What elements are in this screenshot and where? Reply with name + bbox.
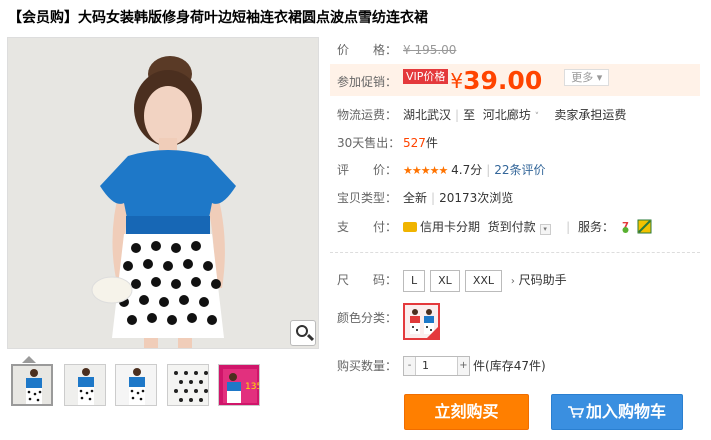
shipping-row: 物流运费： 湖北武汉 | 至 河北廊坊 ˅ 卖家承担运费 bbox=[337, 105, 626, 125]
stock-count: (库存47件) bbox=[485, 359, 546, 373]
quantity-decrease-button[interactable]: - bbox=[404, 357, 416, 375]
cod-option[interactable]: 货到付款 bbox=[488, 220, 536, 234]
type-row: 宝贝类型： 全新 | 20173次浏览 bbox=[337, 188, 513, 208]
vip-tag: VIP价格 bbox=[403, 69, 449, 84]
quantity-increase-button[interactable]: + bbox=[457, 357, 469, 375]
sales-label: 30天售出： bbox=[337, 136, 401, 150]
credit-card-icon bbox=[403, 222, 417, 232]
promo-row: 参加促销： VIP价格 ¥39.00 更多 ▾ bbox=[337, 68, 610, 93]
product-condition: 全新 bbox=[403, 191, 428, 205]
size-label: 尺 码： bbox=[337, 273, 398, 287]
thumbnail-5[interactable]: 135 bbox=[218, 364, 260, 406]
service-label: 服务： bbox=[578, 220, 615, 234]
quantity-stepper[interactable]: - 1 + bbox=[403, 356, 470, 376]
quantity-unit: 件 bbox=[473, 359, 486, 373]
size-option-xxl[interactable]: XXL bbox=[464, 270, 503, 292]
color-swatch-selected[interactable] bbox=[403, 303, 440, 340]
price-label: 价 格： bbox=[337, 43, 398, 57]
rating-stars: ★★★★★ bbox=[403, 164, 448, 177]
installment-option[interactable]: 信用卡分期 bbox=[420, 220, 480, 234]
review-count-link[interactable]: 22条评价 bbox=[494, 163, 545, 177]
size-row: 尺 码： L XL XXL › 尺码助手 bbox=[337, 268, 567, 292]
payment-label: 支 付： bbox=[337, 220, 398, 234]
view-count: 20173次浏览 bbox=[439, 191, 514, 205]
size-option-xl[interactable]: XL bbox=[430, 270, 460, 292]
currency-symbol: ¥ bbox=[450, 69, 464, 93]
payment-row: 支 付： 信用卡分期 货到付款 ▾ | 服务： 7 bbox=[337, 217, 652, 237]
product-main-image[interactable] bbox=[7, 37, 319, 349]
thumbnail-1[interactable] bbox=[11, 364, 53, 406]
promo-price: 39.00 bbox=[463, 66, 543, 95]
section-divider bbox=[330, 252, 700, 253]
size-option-l[interactable]: L bbox=[403, 270, 426, 292]
zoom-icon[interactable] bbox=[290, 320, 316, 346]
sales-unit: 件 bbox=[425, 136, 438, 150]
ship-to-prefix: 至 bbox=[463, 108, 476, 122]
promo-label: 参加促销： bbox=[337, 75, 398, 89]
type-label: 宝贝类型： bbox=[337, 191, 398, 205]
color-row: 颜色分类： bbox=[337, 308, 403, 328]
add-to-cart-button[interactable]: 加入购物车 bbox=[551, 394, 683, 430]
ship-from: 湖北武汉 bbox=[403, 108, 452, 122]
cart-icon bbox=[567, 406, 584, 418]
selected-check-icon bbox=[427, 327, 438, 338]
add-to-cart-label: 加入购物车 bbox=[585, 402, 666, 421]
sales-row: 30天售出： 527件 bbox=[337, 133, 438, 153]
size-helper-link[interactable]: 尺码助手 bbox=[519, 273, 567, 287]
rating-row: 评 价： ★★★★★ 4.7分 | 22条评价 bbox=[337, 160, 546, 180]
service-guarantee-icon[interactable] bbox=[637, 219, 652, 234]
service-seven-day-icon[interactable]: 7 bbox=[618, 219, 633, 234]
thumbnail-3[interactable] bbox=[115, 364, 157, 406]
thumbnail-4[interactable] bbox=[167, 364, 209, 406]
shipping-label: 物流运费： bbox=[337, 108, 398, 122]
buy-now-button[interactable]: 立刻购买 bbox=[404, 394, 529, 430]
more-promotions-button[interactable]: 更多 ▾ bbox=[564, 69, 610, 86]
rating-label: 评 价： bbox=[337, 163, 398, 177]
payment-dropdown-icon[interactable]: ▾ bbox=[539, 224, 551, 235]
thumbnail-2[interactable] bbox=[64, 364, 106, 406]
price-row: 价 格： ¥ 195.00 bbox=[337, 40, 456, 60]
quantity-label: 购买数量： bbox=[337, 359, 398, 373]
shipping-fee: 卖家承担运费 bbox=[554, 108, 627, 122]
quantity-label-row: 购买数量： bbox=[337, 356, 403, 376]
ship-to-dropdown-icon[interactable]: ˅ bbox=[535, 112, 540, 122]
sales-count: 527 bbox=[403, 136, 426, 150]
original-price: ¥ 195.00 bbox=[403, 43, 457, 57]
thumbnail-badge: 135 bbox=[245, 382, 260, 392]
chevron-right-icon: › bbox=[510, 276, 515, 287]
color-label: 颜色分类： bbox=[337, 311, 398, 325]
stock-info: 件(库存47件) bbox=[473, 356, 546, 376]
quantity-input[interactable]: 1 bbox=[422, 357, 429, 375]
thumbnail-pointer bbox=[22, 356, 36, 363]
rating-score: 4.7分 bbox=[451, 163, 483, 177]
ship-to-location[interactable]: 河北廊坊 bbox=[483, 108, 531, 122]
product-title: 【会员购】大码女装韩版修身荷叶边短袖连衣裙圆点波点雪纺连衣裙 bbox=[8, 10, 428, 26]
